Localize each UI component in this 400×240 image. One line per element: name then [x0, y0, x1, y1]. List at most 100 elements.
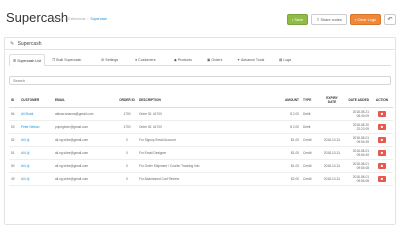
- breadcrumb-home[interactable]: Home: [54, 17, 63, 21]
- clear-logs-label: Clear Logs: [357, 18, 376, 22]
- save-button[interactable]: ▪ Save: [287, 14, 308, 25]
- supercash-table: ID CUSTOMER EMAIL ORDER ID DESCRIPTION A…: [9, 93, 393, 186]
- cell-date-added: 2018-08-01 09:54:08: [343, 159, 371, 173]
- cell-type: Debit: [301, 107, 321, 121]
- list-icon: ☰: [13, 59, 17, 63]
- cell-email: pnpngborn@gmail.com: [53, 120, 117, 134]
- cell-type: Debit: [301, 120, 321, 134]
- tab-logs[interactable]: ▤Logs: [279, 54, 291, 66]
- tab-label: Bulk Supercash: [56, 58, 82, 62]
- delete-button[interactable]: ■: [378, 110, 386, 117]
- table-row: 54 Ali Shaik abinav.sharma@gmail.com 1700 Or…: [9, 107, 393, 121]
- cell-amount: $1.00: [277, 133, 301, 147]
- tab-label: Orders: [211, 58, 223, 62]
- trash-icon: ■: [380, 136, 384, 142]
- cell-action: ■: [371, 107, 393, 121]
- trash-icon: ■: [380, 123, 384, 129]
- delete-button[interactable]: ■: [378, 162, 386, 169]
- cell-amount: $1.00: [277, 146, 301, 160]
- cell-email: ali.ng.shire@gmail.com: [53, 159, 117, 173]
- table-row: 53 Peter Nelson pnpngborn@gmail.com 1700 Ord…: [9, 120, 393, 134]
- cell-action: ■: [371, 133, 393, 147]
- cell-customer[interactable]: Ali Liji: [19, 172, 53, 186]
- delete-button[interactable]: ■: [378, 123, 386, 130]
- cell-action: ■: [371, 146, 393, 160]
- cell-customer[interactable]: Ali Liji: [19, 159, 53, 173]
- back-button[interactable]: ↶: [384, 14, 396, 25]
- cell-action: ■: [371, 159, 393, 173]
- cell-type: Credit: [301, 133, 321, 147]
- delete-button[interactable]: ■: [378, 149, 386, 156]
- tab-bar: ☰Supercash List ❐Bulk Supercash ⚙Setting…: [9, 54, 391, 66]
- cell-amount: $ 2.00: [277, 120, 301, 134]
- cell-id: 53: [9, 120, 19, 134]
- tab-bulk-supercash[interactable]: ❐Bulk Supercash: [52, 54, 81, 66]
- cell-description: For Email Designer: [137, 146, 277, 160]
- cell-id: 50: [9, 159, 19, 173]
- column-header-date-added[interactable]: DATE ADDED: [343, 93, 371, 108]
- trash-icon: ■: [380, 149, 384, 155]
- search-input[interactable]: [9, 76, 391, 85]
- pencil-icon: ✎: [10, 41, 15, 47]
- cart-icon: ▣: [207, 58, 211, 62]
- breadcrumb-current[interactable]: Supercash: [90, 17, 107, 21]
- breadcrumb-separator: /: [87, 17, 89, 21]
- cell-amount: $1.00: [277, 159, 301, 173]
- cell-description: Order ID: #1700: [137, 107, 277, 121]
- cell-id: 49: [9, 172, 19, 186]
- tab-label: Supercash List: [17, 59, 42, 63]
- column-header-action: ACTION: [371, 93, 393, 108]
- trash-icon: ▪: [355, 18, 357, 22]
- cell-order-id: 0: [117, 133, 137, 147]
- cell-action: ■: [371, 172, 393, 186]
- cell-expiry-date: 2018-10-31: [321, 146, 343, 160]
- cell-email: ali.ng.shire@gmail.com: [53, 172, 117, 186]
- cell-order-id: 0: [117, 172, 137, 186]
- cell-expiry-date: [321, 107, 343, 121]
- share-codes-button[interactable]: ⇪ Share codes: [311, 14, 347, 25]
- tab-products[interactable]: ◆Products: [174, 54, 192, 66]
- column-header-id[interactable]: ID: [9, 93, 19, 108]
- cell-id: 51: [9, 146, 19, 160]
- cell-customer[interactable]: Peter Nelson: [19, 120, 53, 134]
- supercash-panel: ✎ Supercash ☰Supercash List ❐Bulk Superc…: [4, 37, 396, 225]
- tab-label: Settings: [105, 58, 119, 62]
- cell-customer[interactable]: Ali Shaik: [19, 107, 53, 121]
- clear-logs-button[interactable]: ▪ Clear Logs: [350, 14, 381, 25]
- cell-description: Order ID: #1700: [137, 120, 277, 134]
- cell-action: ■: [371, 120, 393, 134]
- column-header-expiry-date[interactable]: EXPIRY DATE: [321, 93, 343, 108]
- breadcrumb-extensions[interactable]: Extensions: [68, 17, 85, 21]
- tab-orders[interactable]: ▣Orders: [207, 54, 222, 66]
- file-icon: ▤: [279, 58, 283, 62]
- tab-customers[interactable]: ●Customers: [135, 54, 156, 66]
- tab-settings[interactable]: ⚙Settings: [101, 54, 118, 66]
- copy-icon: ❐: [52, 58, 56, 62]
- wrench-icon: ✦: [237, 58, 241, 62]
- cell-email: abinav.sharma@gmail.com: [53, 107, 117, 121]
- tab-label: Products: [177, 58, 192, 62]
- share-codes-label: Share codes: [320, 18, 342, 22]
- column-header-amount[interactable]: AMOUNT: [277, 93, 301, 108]
- column-header-email[interactable]: EMAIL: [53, 93, 117, 108]
- cell-date-added: 2018-08-20 22:22:09: [343, 120, 371, 134]
- trash-icon: ■: [380, 175, 384, 181]
- table-header-row: ID CUSTOMER EMAIL ORDER ID DESCRIPTION A…: [9, 93, 393, 108]
- cell-date-added: 2018-08-01 09:54:49: [343, 133, 371, 147]
- delete-button[interactable]: ■: [378, 136, 386, 143]
- breadcrumb: Home / Extensions / Supercash: [54, 17, 107, 21]
- column-header-customer[interactable]: CUSTOMER: [19, 93, 53, 108]
- panel-heading: ✎ Supercash: [5, 38, 395, 50]
- column-header-type[interactable]: TYPE: [301, 93, 321, 108]
- column-header-description[interactable]: DESCRIPTION: [137, 93, 277, 108]
- trash-icon: ■: [380, 162, 384, 168]
- delete-button[interactable]: ■: [378, 175, 386, 182]
- tab-label: Customers: [138, 58, 156, 62]
- cell-customer[interactable]: Ali Liji: [19, 133, 53, 147]
- cell-expiry-date: 2018-10-31: [321, 133, 343, 147]
- cell-customer[interactable]: Ali Liji: [19, 146, 53, 160]
- column-header-order-id[interactable]: ORDER ID: [117, 93, 137, 108]
- tab-advance-tools[interactable]: ✦Advance Tools: [237, 54, 264, 66]
- cell-type: Credit: [301, 172, 321, 186]
- tab-supercash-list[interactable]: ☰Supercash List: [9, 54, 46, 66]
